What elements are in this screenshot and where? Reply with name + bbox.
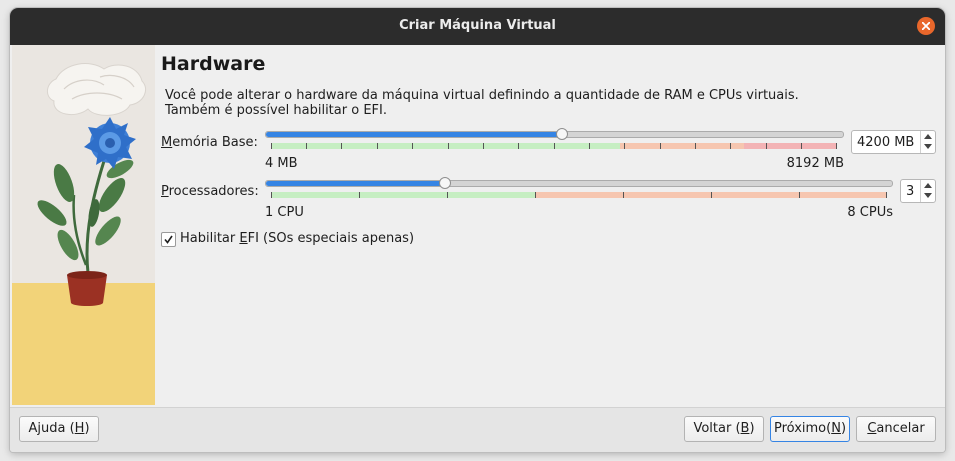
- memory-tick: [554, 143, 555, 149]
- processors-scale: [271, 192, 887, 198]
- efi-label-rest: FI (SOs especiais apenas): [247, 231, 415, 246]
- memory-slider-handle[interactable]: [556, 128, 568, 140]
- memory-max-label: 8192 MB: [786, 156, 844, 171]
- arrow-down-icon[interactable]: [924, 144, 932, 149]
- memory-tick: [730, 143, 731, 149]
- memory-spin-buttons: [920, 131, 935, 153]
- memory-label: Memória Base:: [161, 135, 258, 150]
- arrow-up-icon[interactable]: [924, 183, 932, 188]
- memory-min-label: 4 MB: [265, 156, 298, 171]
- arrow-down-icon[interactable]: [924, 193, 932, 198]
- dialog-window: Criar Máquina Virtual Hardware Você pode…: [10, 8, 945, 452]
- memory-scale-orange: [620, 143, 744, 149]
- memory-value[interactable]: 4200 MB: [857, 135, 914, 150]
- page-title: Hardware: [161, 53, 266, 75]
- processors-tick: [271, 192, 272, 198]
- memory-tick: [836, 143, 837, 149]
- next-button[interactable]: Próximo(N): [770, 416, 850, 442]
- window-title: Criar Máquina Virtual: [399, 18, 556, 33]
- memory-scale-green: [271, 143, 620, 149]
- memory-tick: [801, 143, 802, 149]
- description-line-1: Você pode alterar o hardware da máquina …: [165, 88, 799, 103]
- help-button-suffix: ): [84, 421, 90, 436]
- memory-label-rest: emória Base:: [172, 135, 258, 150]
- memory-label-mnemonic: M: [161, 135, 173, 150]
- memory-tick: [271, 143, 272, 149]
- memory-tick: [766, 143, 767, 149]
- checkmark-icon: [164, 235, 173, 244]
- processors-label: Processadores:: [161, 184, 259, 199]
- memory-slider-fill: [266, 132, 562, 137]
- next-button-suffix: ): [840, 421, 847, 436]
- next-button-mnemonic: N: [831, 421, 841, 436]
- processors-min-label: 1 CPU: [265, 205, 304, 220]
- processors-tick: [447, 192, 448, 198]
- efi-checkbox[interactable]: [161, 232, 176, 247]
- processors-spinbox[interactable]: 3: [900, 179, 936, 203]
- processors-slider-handle[interactable]: [439, 177, 451, 189]
- processors-label-rest: rocessadores:: [168, 184, 259, 199]
- processors-max-label: 8 CPUs: [847, 205, 893, 220]
- title-bar[interactable]: Criar Máquina Virtual: [10, 8, 945, 45]
- back-button-prefix: Voltar (: [693, 421, 741, 436]
- efi-label-mnemonic: E: [239, 231, 248, 246]
- memory-tick: [448, 143, 449, 149]
- next-button-prefix: Próximo(: [773, 421, 832, 436]
- memory-tick: [589, 143, 590, 149]
- memory-spinbox[interactable]: 4200 MB: [851, 130, 936, 154]
- efi-checkbox-label[interactable]: Habilitar EFI (SOs especiais apenas): [180, 231, 414, 246]
- processors-tick: [623, 192, 624, 198]
- back-button[interactable]: Voltar (B): [684, 416, 764, 442]
- help-button-prefix: Ajuda (: [28, 421, 75, 436]
- memory-tick: [518, 143, 519, 149]
- processors-slider[interactable]: [265, 180, 893, 187]
- processors-label-mnemonic: P: [161, 184, 169, 199]
- processors-value[interactable]: 3: [906, 184, 914, 199]
- arrow-up-icon[interactable]: [924, 134, 932, 139]
- memory-tick: [660, 143, 661, 149]
- cancel-button-suffix: ancelar: [876, 421, 925, 436]
- help-button-mnemonic: H: [74, 421, 85, 436]
- processors-spin-buttons: [920, 180, 935, 202]
- processors-slider-fill: [266, 181, 445, 186]
- memory-tick: [483, 143, 484, 149]
- close-button[interactable]: [917, 17, 935, 35]
- memory-tick: [695, 143, 696, 149]
- memory-tick: [341, 143, 342, 149]
- processors-tick: [711, 192, 712, 198]
- memory-tick: [624, 143, 625, 149]
- help-button[interactable]: Ajuda (H): [19, 416, 99, 442]
- processors-scale-green: [271, 192, 535, 198]
- memory-tick: [412, 143, 413, 149]
- back-button-suffix: ): [749, 421, 755, 436]
- page-description: Você pode alterar o hardware da máquina …: [165, 88, 799, 118]
- close-icon: [922, 22, 930, 30]
- memory-tick: [377, 143, 378, 149]
- button-bar: Ajuda (H) Voltar (B) Próximo(N) Cancelar: [10, 407, 945, 452]
- processors-tick: [799, 192, 800, 198]
- memory-scale: [271, 143, 837, 149]
- efi-label-prefix: Habilitar: [180, 231, 240, 246]
- description-line-2: Também é possível habilitar o EFI.: [165, 103, 387, 118]
- memory-scale-red: [744, 143, 837, 149]
- memory-slider[interactable]: [265, 131, 844, 138]
- processors-tick: [359, 192, 360, 198]
- processors-tick: [535, 192, 536, 198]
- potted-flower-illustration: [12, 45, 155, 405]
- memory-tick: [306, 143, 307, 149]
- processors-tick: [886, 192, 887, 198]
- cancel-button[interactable]: Cancelar: [856, 416, 936, 442]
